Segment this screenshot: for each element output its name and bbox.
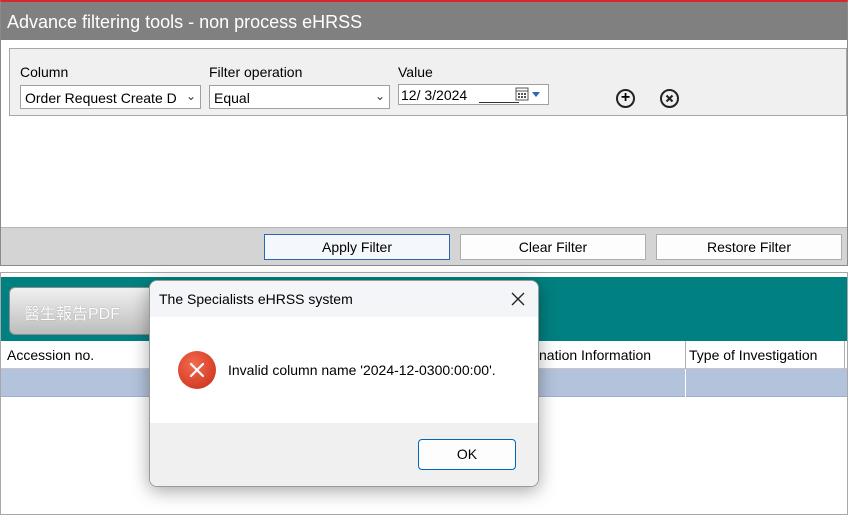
dialog-message: Invalid column name '2024-12-0300:00:00'… <box>228 362 496 378</box>
calendar-icon[interactable] <box>515 87 547 105</box>
filter-titlebar[interactable]: Advance filtering tools - non process eH… <box>1 2 847 40</box>
column-header-type[interactable]: Type of Investigation <box>689 347 817 363</box>
filter-window: Advance filtering tools - non process eH… <box>0 0 848 266</box>
dialog-title: The Specialists eHRSS system <box>159 291 353 307</box>
error-dialog: The Specialists eHRSS system Invalid col… <box>149 280 539 487</box>
column-divider[interactable] <box>685 341 686 369</box>
doctor-report-pdf-label: 醫生報告PDF <box>24 306 121 323</box>
apply-filter-button[interactable]: Apply Filter <box>264 234 450 260</box>
date-underline <box>479 102 519 103</box>
x-circle-icon[interactable] <box>660 89 679 108</box>
chevron-down-icon: ⌄ <box>185 89 196 103</box>
clear-filter-button[interactable]: Clear Filter <box>460 234 646 260</box>
chevron-down-icon: ⌄ <box>374 89 385 103</box>
ok-button[interactable]: OK <box>418 439 516 470</box>
row-cell-divider <box>685 369 686 397</box>
restore-filter-button[interactable]: Restore Filter <box>656 234 842 260</box>
filter-operation-select[interactable]: Equal ⌄ <box>209 85 390 109</box>
dialog-footer: OK <box>150 423 538 486</box>
value-label: Value <box>398 64 433 80</box>
date-picker-field[interactable]: 12/ 3/2024 <box>398 84 549 105</box>
dialog-body: Invalid column name '2024-12-0300:00:00'… <box>150 317 538 423</box>
column-header-accession[interactable]: Accession no. <box>7 347 94 363</box>
date-value: 12/ 3/2024 <box>401 87 468 103</box>
column-label: Column <box>20 64 69 80</box>
column-divider[interactable] <box>844 341 845 369</box>
filter-operation-value: Equal <box>214 90 250 106</box>
filter-operation-label: Filter operation <box>209 64 303 80</box>
filter-window-title: Advance filtering tools - non process eH… <box>7 12 363 32</box>
plus-circle-icon[interactable]: + <box>616 89 635 108</box>
column-header-examination[interactable]: nation Information <box>539 347 651 363</box>
filter-row-panel: Column Order Request Create D ⌄ Filter o… <box>9 48 847 116</box>
filter-button-bar: Apply Filter Clear Filter Restore Filter <box>1 227 847 265</box>
column-select-value: Order Request Create D <box>25 90 177 106</box>
error-circle-icon <box>178 351 216 389</box>
close-icon[interactable] <box>506 287 530 311</box>
column-select[interactable]: Order Request Create D ⌄ <box>20 85 201 109</box>
dialog-titlebar[interactable]: The Specialists eHRSS system <box>150 281 538 317</box>
